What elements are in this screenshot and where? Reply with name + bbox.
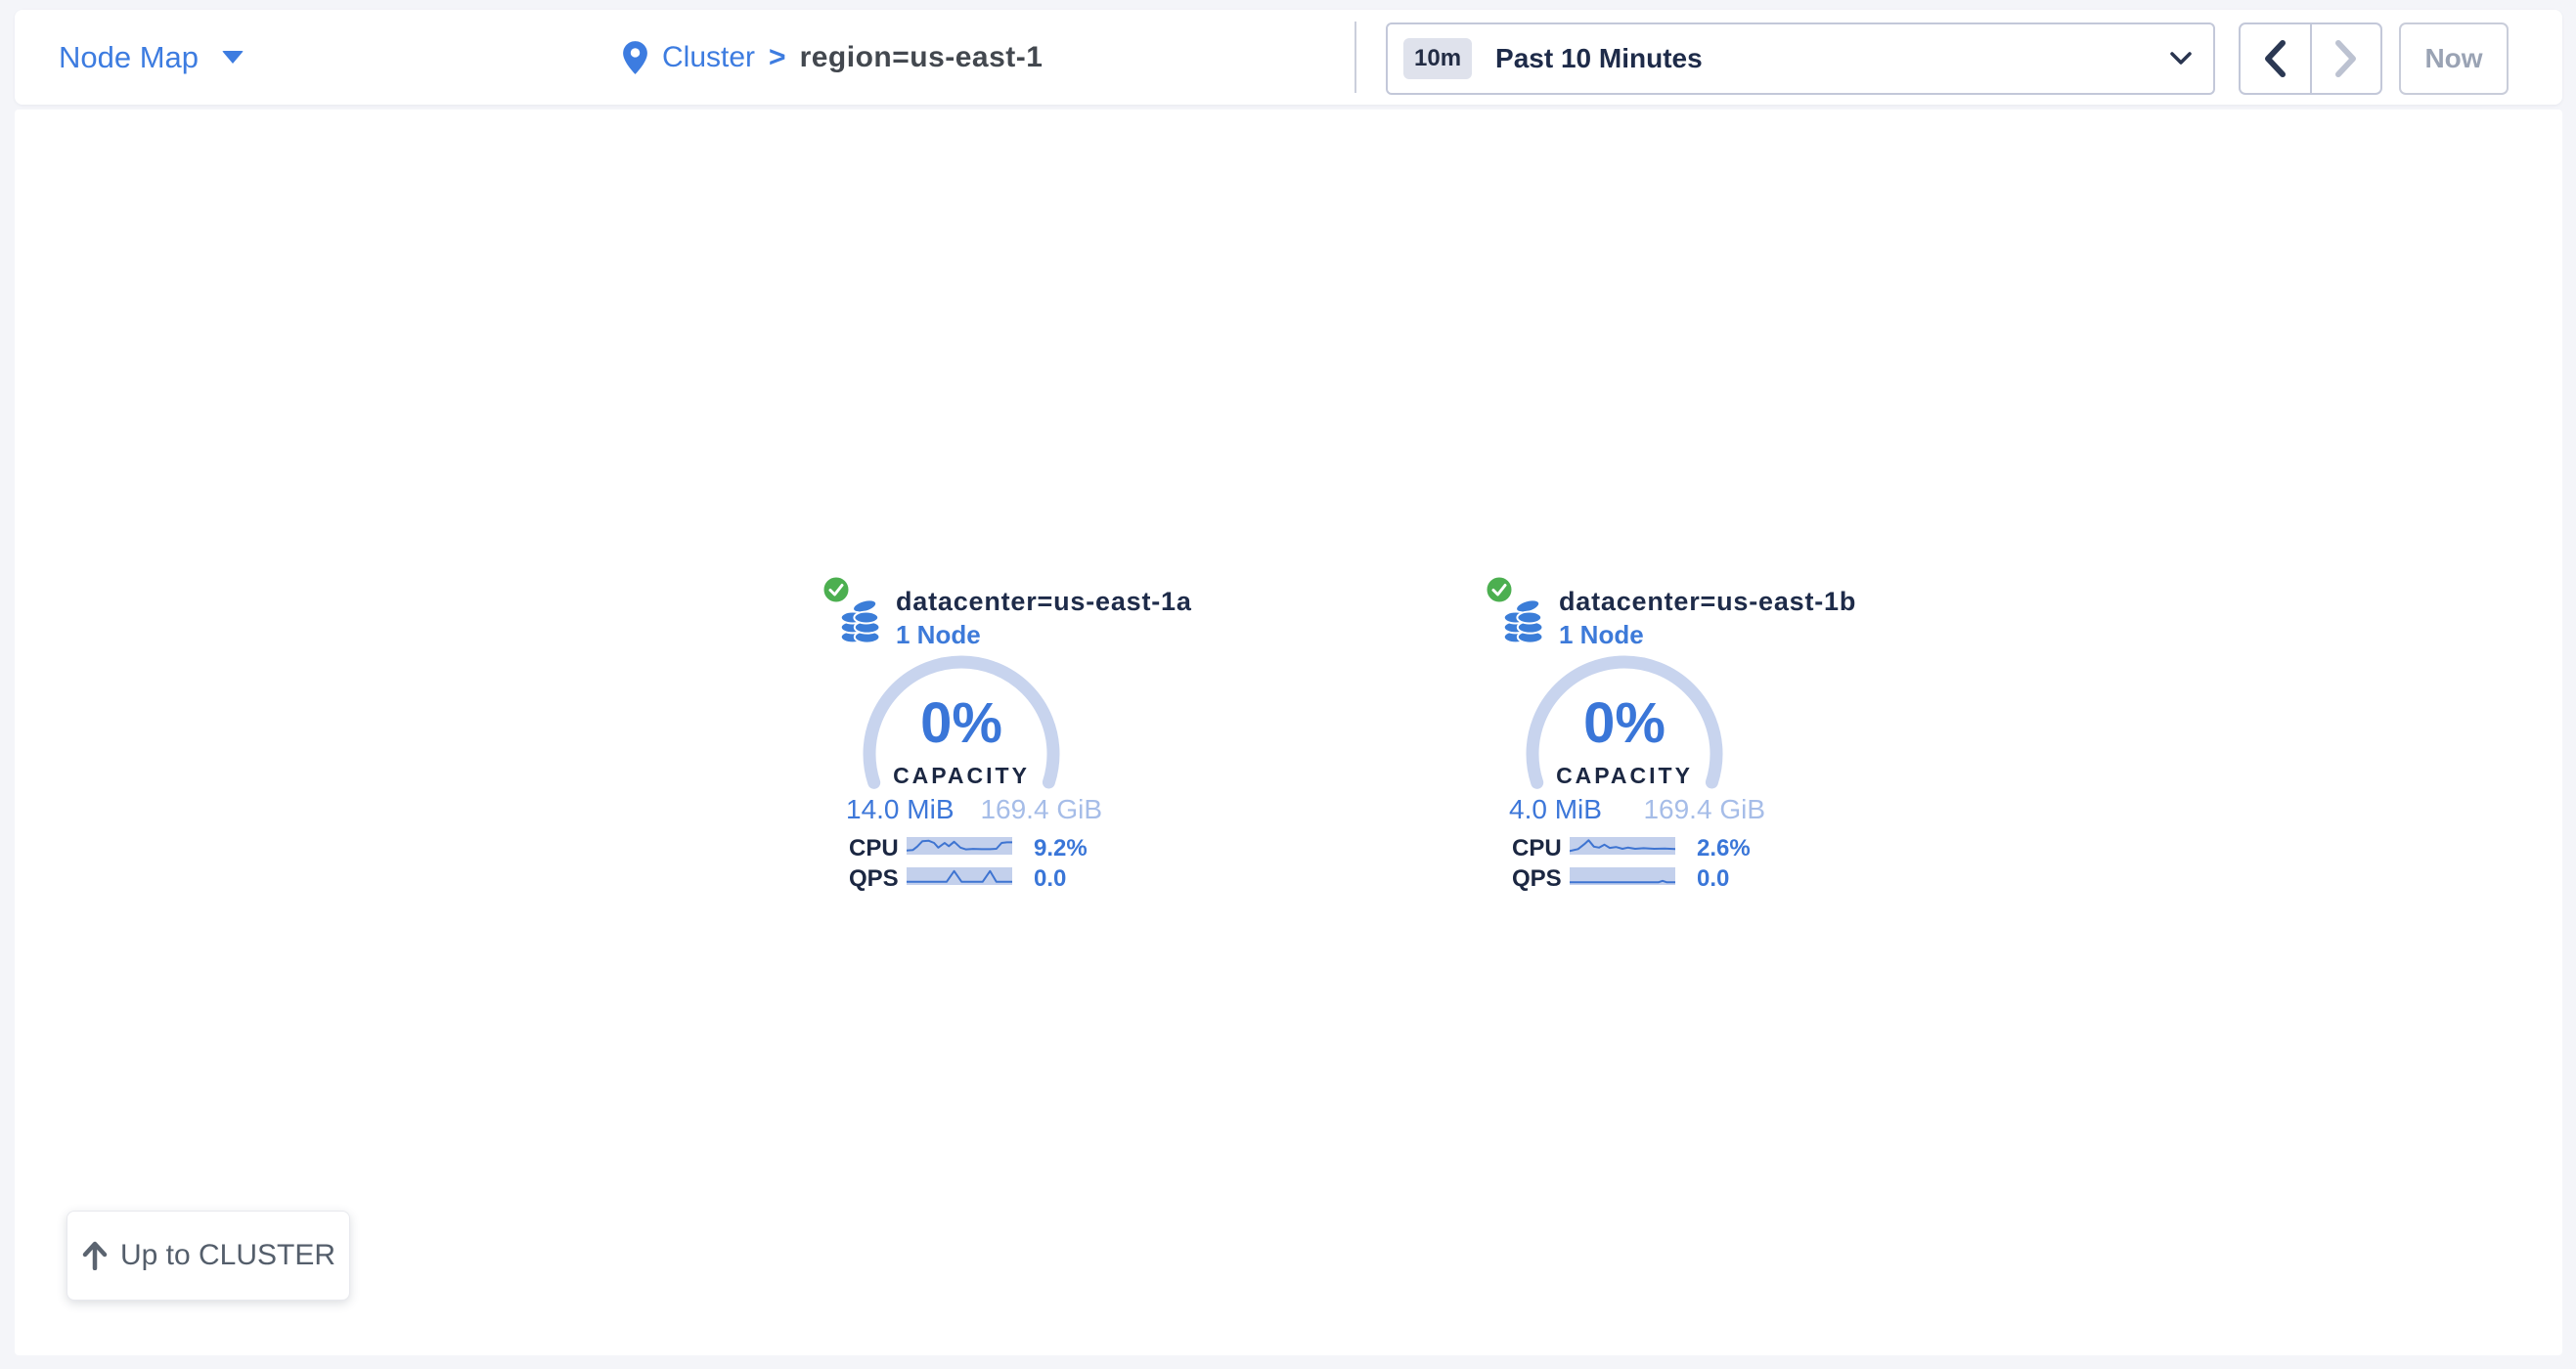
datacenter-title: datacenter=us-east-1b bbox=[1559, 587, 1856, 617]
capacity-used: 4.0 MiB bbox=[1509, 794, 1602, 825]
cpu-metric-row: CPU 2.6% bbox=[1512, 835, 1768, 859]
qps-sparkline bbox=[1570, 867, 1675, 885]
chevron-down-icon bbox=[2170, 52, 2192, 66]
capacity-ring: 0% CAPACITY bbox=[1522, 651, 1727, 857]
node-map-canvas: datacenter=us-east-1a 1 Node 0% CAPACITY… bbox=[15, 110, 2562, 1355]
location-pin-icon bbox=[622, 40, 648, 75]
breadcrumb: Cluster > region=us-east-1 bbox=[622, 10, 1043, 105]
cpu-value: 2.6% bbox=[1697, 835, 1751, 862]
qps-metric-row: QPS 0.0 bbox=[849, 865, 1105, 889]
arrow-up-icon bbox=[81, 1241, 109, 1270]
qps-metric-row: QPS 0.0 bbox=[1512, 865, 1768, 889]
node-map-page: Node Map Cluster > region=us-east-1 10m … bbox=[0, 0, 2576, 1369]
datacenter-node-count[interactable]: 1 Node bbox=[1559, 620, 1644, 650]
chevron-left-icon bbox=[2263, 40, 2287, 77]
view-mode-label: Node Map bbox=[59, 40, 199, 75]
time-range-dropdown[interactable]: 10m Past 10 Minutes bbox=[1386, 22, 2215, 95]
time-step-forward-button[interactable] bbox=[2310, 24, 2381, 93]
capacity-total: 169.4 GiB bbox=[1643, 794, 1765, 825]
header-bar: Node Map Cluster > region=us-east-1 10m … bbox=[15, 10, 2562, 105]
time-step-back-button[interactable] bbox=[2241, 24, 2310, 93]
datacenter-title: datacenter=us-east-1a bbox=[896, 587, 1192, 617]
qps-sparkline bbox=[907, 867, 1012, 885]
chevron-right-icon bbox=[2334, 40, 2358, 77]
database-stack-icon bbox=[1502, 596, 1545, 643]
capacity-label: CAPACITY bbox=[1522, 763, 1727, 789]
capacity-label: CAPACITY bbox=[859, 763, 1064, 789]
qps-value: 0.0 bbox=[1034, 865, 1066, 893]
datacenter-card-us-east-1a[interactable]: datacenter=us-east-1a 1 Node 0% CAPACITY… bbox=[822, 573, 1115, 909]
cpu-sparkline bbox=[907, 837, 1012, 855]
capacity-percentage: 0% bbox=[1522, 690, 1727, 756]
cpu-metric-row: CPU 9.2% bbox=[849, 835, 1105, 859]
view-mode-dropdown[interactable]: Node Map bbox=[59, 10, 244, 105]
database-stack-icon bbox=[839, 596, 882, 643]
capacity-percentage: 0% bbox=[859, 690, 1064, 756]
now-button[interactable]: Now bbox=[2399, 22, 2509, 95]
qps-label: QPS bbox=[849, 865, 899, 893]
up-to-cluster-label: Up to CLUSTER bbox=[120, 1239, 335, 1272]
datacenter-card-us-east-1b[interactable]: datacenter=us-east-1b 1 Node 0% CAPACITY… bbox=[1485, 573, 1778, 909]
cpu-label: CPU bbox=[1512, 835, 1562, 862]
time-range-badge: 10m bbox=[1403, 38, 1472, 79]
datacenter-node-count[interactable]: 1 Node bbox=[896, 620, 981, 650]
capacity-used: 14.0 MiB bbox=[846, 794, 955, 825]
qps-value: 0.0 bbox=[1697, 865, 1729, 893]
qps-label: QPS bbox=[1512, 865, 1562, 893]
breadcrumb-cluster-link[interactable]: Cluster bbox=[662, 41, 755, 74]
breadcrumb-separator: > bbox=[769, 41, 786, 74]
cpu-sparkline bbox=[1570, 837, 1675, 855]
up-to-cluster-button[interactable]: Up to CLUSTER bbox=[67, 1211, 350, 1301]
capacity-total: 169.4 GiB bbox=[980, 794, 1102, 825]
header-divider bbox=[1355, 22, 1356, 93]
cpu-label: CPU bbox=[849, 835, 899, 862]
caret-down-icon bbox=[222, 51, 244, 64]
cpu-value: 9.2% bbox=[1034, 835, 1088, 862]
capacity-values: 4.0 MiB 169.4 GiB bbox=[1509, 794, 1765, 825]
time-step-buttons bbox=[2239, 22, 2382, 95]
breadcrumb-current: region=us-east-1 bbox=[800, 41, 1044, 74]
capacity-ring: 0% CAPACITY bbox=[859, 651, 1064, 857]
time-range-label: Past 10 Minutes bbox=[1495, 43, 1703, 74]
capacity-values: 14.0 MiB 169.4 GiB bbox=[846, 794, 1102, 825]
